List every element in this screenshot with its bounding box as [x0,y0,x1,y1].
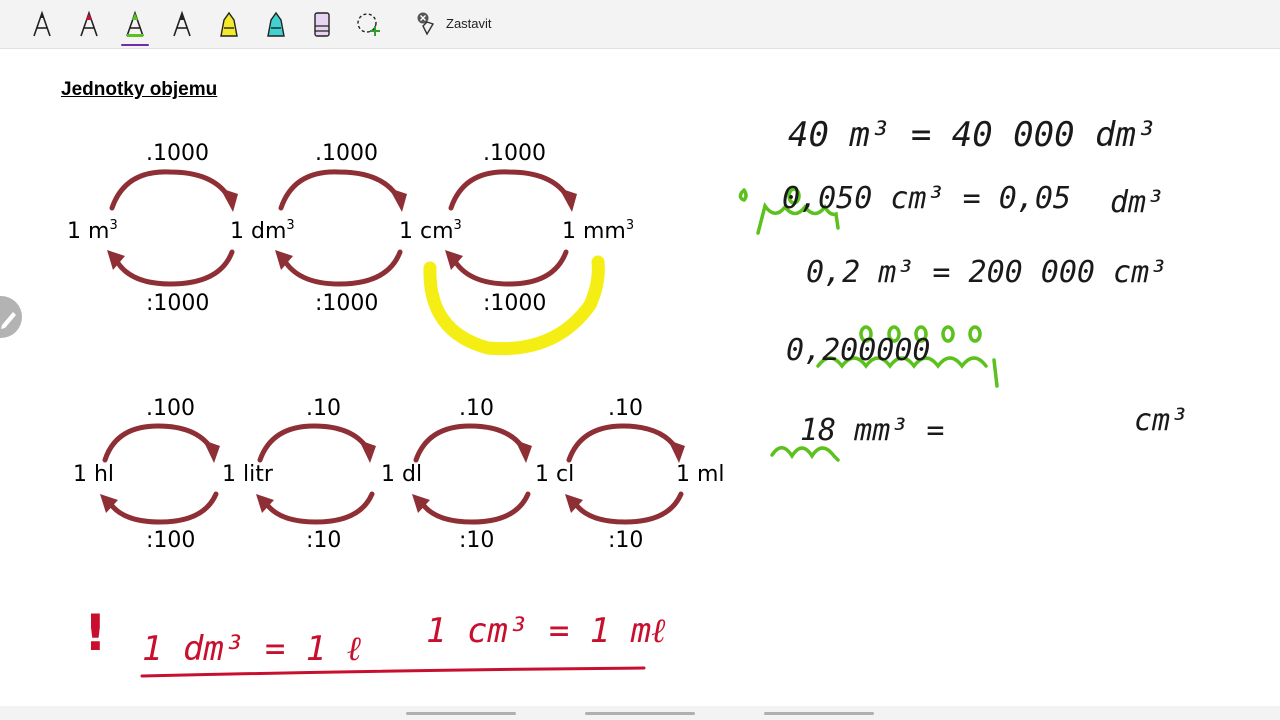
unit-label-mm3: 1 mm3 [562,218,635,244]
volume-arrows [109,169,570,287]
pen-green-tool[interactable] [118,6,152,46]
selected-tool-indicator [121,44,149,46]
divider-label: :10 [608,528,644,553]
stop-pen-icon [417,12,435,36]
arrow-forward [257,423,370,463]
arrow-forward [413,423,526,463]
pen-icon [80,10,98,37]
unit-label-dm3: 1 dm3 [230,218,295,244]
arrowhead [359,440,376,463]
ink-line-3: 0,2 m³ = 200 000 cm³ [806,255,1167,290]
divider-label: :100 [146,528,196,553]
arrow-forward [102,423,214,463]
arrow-back [450,249,569,287]
highlighter-cyan-tool[interactable] [259,6,293,42]
arrowhead [203,440,220,463]
highlighter-icon [267,11,285,37]
volume-arrowheads [107,188,577,270]
unit-label-cm3: 1 cm3 [399,218,462,244]
stop-label: Zastavit [446,15,492,31]
eraser-tool[interactable] [305,6,339,42]
multiplier-label: .1000 [146,141,209,166]
ink-line-4: 0,200000 [786,333,931,368]
unit-label-cl: 1 cl [535,462,575,487]
arrow-back [112,249,235,287]
arrow-back [417,491,531,525]
arrowhead [220,188,238,212]
zero-mark [968,325,982,343]
pen-icon [173,10,191,37]
highlighter-icon [220,11,238,37]
arrowhead [515,440,532,463]
arrow-forward [109,169,231,211]
multiplier-label: .1000 [483,141,546,166]
divider-label: :10 [459,528,495,553]
arrow-back [261,491,375,525]
multiplier-label: .1000 [315,141,378,166]
arrow-back [570,491,684,525]
arrow-forward [566,423,679,463]
zero-mark [941,325,955,343]
lasso-add-tool[interactable] [352,6,386,42]
unit-label-ml: 1 ml [676,462,725,487]
divider-label: :1000 [146,291,210,316]
divider-label: :1000 [483,291,547,316]
arrow-forward [278,169,400,211]
pen-icon [33,10,51,37]
arrow-back [280,249,403,287]
pen-dark-tool[interactable] [165,6,199,42]
unit-label-litr: 1 litr [222,462,273,487]
ink-line-2-right: dm³ [1110,185,1164,220]
page-scroll-indicator[interactable] [585,712,695,715]
red-underline [140,666,646,678]
multiplier-label: .10 [608,396,643,421]
eraser-icon [314,12,330,37]
divider-label: :10 [306,528,342,553]
multiplier-label: .10 [306,396,341,421]
multiplier-label: .100 [146,396,195,421]
red-exclamation: ! [84,604,107,662]
highlighter-yellow-tool[interactable] [212,6,246,42]
ink-toolbar: Zastavit [0,0,1280,49]
pen-black-tool[interactable] [25,6,59,42]
arrowhead [668,440,685,463]
loop-mark [770,446,840,462]
page-scroll-indicator[interactable] [764,712,874,715]
pen-icon [126,10,144,37]
lasso-add-icon [357,13,380,36]
ink-line-5-left: 18 mm³ = [800,413,945,448]
red-equation-2: 1 cm³ = 1 mℓ [426,611,665,651]
ink-line-5-right: cm³ [1134,403,1188,438]
unit-label-hl: 1 hl [73,462,115,487]
unit-label-dl: 1 dl [381,462,423,487]
page-scroll-indicator[interactable] [406,712,516,715]
ink-line-1: 40 m³ = 40 000 dm³ [788,115,1156,155]
divider-label: :1000 [315,291,379,316]
arrowhead [559,188,577,212]
stop-button[interactable]: Zastavit [414,8,492,38]
arrowhead [389,188,407,212]
ink-line-2-left: 0,050 cm³ = 0,05 [782,181,1071,216]
multiplier-label: .10 [459,396,494,421]
red-equation-1: 1 dm³ = 1 ℓ [142,629,361,669]
arrow-forward [448,169,570,211]
pen-red-tool[interactable] [72,6,106,42]
arrow-back [105,491,219,525]
unit-label-m3: 1 m3 [67,218,118,244]
